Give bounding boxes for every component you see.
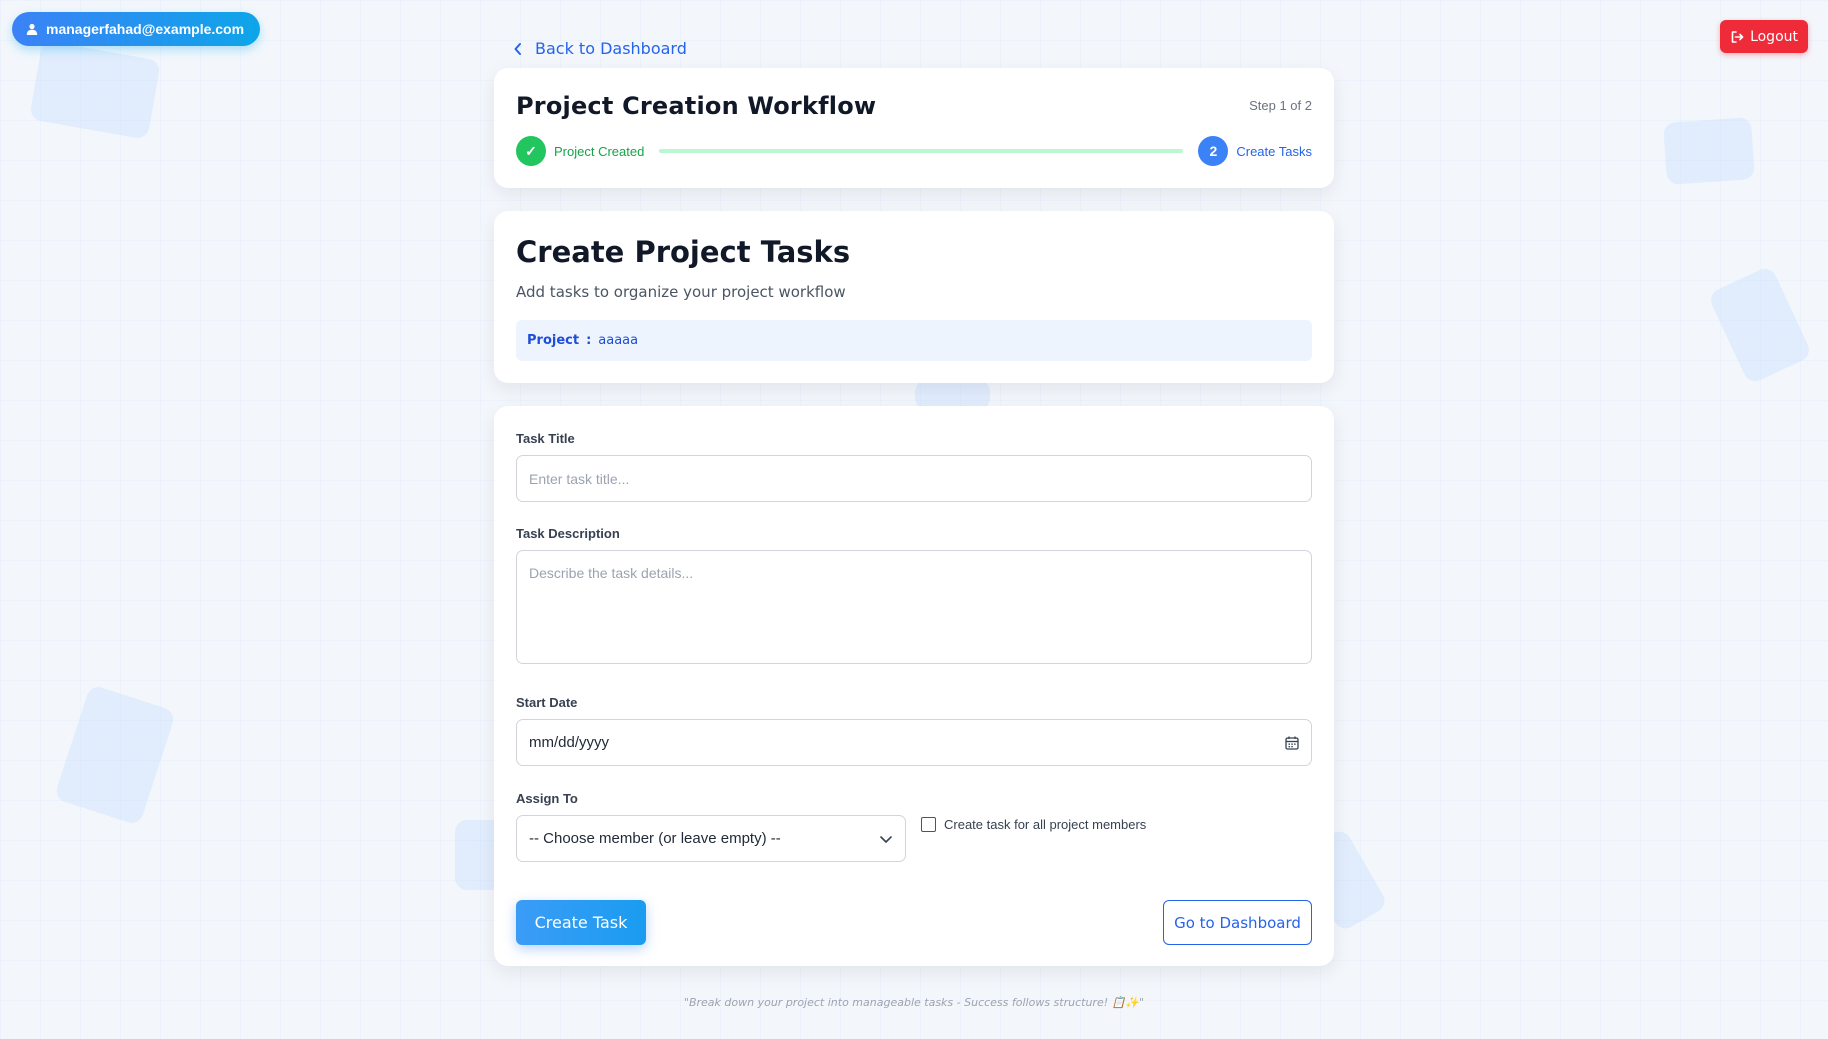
- step-2-number: 2: [1198, 136, 1229, 166]
- all-members-checkbox-row[interactable]: Create task for all project members: [921, 817, 1146, 832]
- step-2-label: Create Tasks: [1236, 143, 1312, 159]
- background-shape: [1662, 117, 1756, 185]
- page-title: Create Project Tasks: [516, 235, 851, 269]
- logout-button[interactable]: Logout: [1720, 20, 1808, 53]
- workflow-steps: ✓ Project Created 2 Create Tasks: [516, 136, 1312, 166]
- assign-member-select[interactable]: -- Choose member (or leave empty) --: [516, 815, 906, 862]
- step-complete-icon: ✓: [516, 136, 546, 166]
- start-date-value: mm/dd/yyyy: [529, 734, 610, 751]
- task-title-input[interactable]: Enter task title...: [516, 455, 1312, 502]
- back-link-label: Back to Dashboard: [535, 39, 687, 58]
- start-date-input[interactable]: mm/dd/yyyy: [516, 719, 1312, 766]
- task-description-textarea[interactable]: Describe the task details...: [516, 550, 1312, 664]
- project-label: Project: [527, 333, 580, 348]
- assign-member-selected: -- Choose member (or leave empty) --: [529, 830, 781, 847]
- background-shape: [1707, 264, 1813, 386]
- page-header-card: Create Project Tasks Add tasks to organi…: [494, 211, 1334, 383]
- logout-label: Logout: [1750, 28, 1798, 45]
- logout-icon: [1731, 30, 1744, 43]
- background-shape: [53, 684, 177, 826]
- all-members-checkbox[interactable]: [921, 817, 936, 832]
- chevron-down-icon: [880, 835, 892, 843]
- start-date-label: Start Date: [516, 695, 578, 710]
- back-to-dashboard-link[interactable]: Back to Dashboard: [513, 39, 687, 58]
- task-description-placeholder: Describe the task details...: [529, 565, 694, 581]
- go-to-dashboard-button[interactable]: Go to Dashboard: [1163, 900, 1312, 945]
- footer-quote: "Break down your project into manageable…: [683, 996, 1145, 1009]
- workflow-title: Project Creation Workflow: [516, 92, 877, 120]
- user-icon: [26, 23, 38, 35]
- step-progress-line: [659, 149, 1184, 153]
- task-form-card: Task Title Enter task title... Task Desc…: [494, 406, 1334, 966]
- workflow-progress-card: Project Creation Workflow Step 1 of 2 ✓ …: [494, 68, 1334, 188]
- task-title-label: Task Title: [516, 431, 575, 446]
- user-email: managerfahad@example.com: [46, 21, 245, 37]
- user-account-badge[interactable]: managerfahad@example.com: [12, 12, 261, 46]
- chevron-left-icon: [514, 42, 521, 55]
- assign-to-label: Assign To: [516, 791, 578, 806]
- project-info-bar: Project : aaaaa: [516, 320, 1312, 361]
- task-title-placeholder: Enter task title...: [529, 470, 630, 487]
- step-1-label: Project Created: [554, 143, 645, 159]
- page-subtitle: Add tasks to organize your project workf…: [516, 283, 846, 301]
- project-separator: :: [586, 333, 592, 348]
- all-members-checkbox-label: Create task for all project members: [944, 817, 1147, 832]
- background-shape: [28, 40, 162, 140]
- step-indicator: Step 1 of 2: [1249, 98, 1312, 113]
- project-name: aaaaa: [598, 333, 639, 348]
- create-task-button[interactable]: Create Task: [516, 900, 646, 945]
- task-description-label: Task Description: [516, 526, 620, 541]
- calendar-icon[interactable]: [1285, 736, 1299, 750]
